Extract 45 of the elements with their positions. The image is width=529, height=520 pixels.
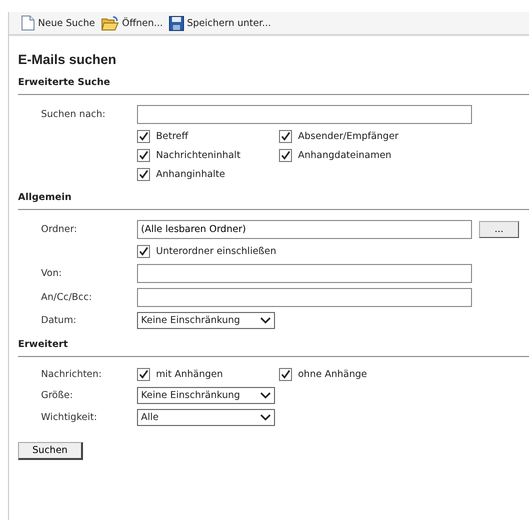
text-field[interactable]: (Alle lesbaren Ordner) (137, 220, 472, 239)
search-button[interactable]: Suchen (18, 442, 83, 460)
field-label: An/Cc/Bcc: (41, 292, 93, 303)
checkbox[interactable] (279, 149, 292, 162)
field-label: Wichtigkeit: (41, 412, 98, 423)
checkbox[interactable] (279, 130, 292, 143)
checkbox-option[interactable]: ohne Anhänge (279, 368, 439, 381)
dropdown[interactable]: Alle (137, 409, 275, 426)
toolbar-button[interactable]: Öffnen... (100, 16, 163, 30)
checkbox-option[interactable]: Absender/Empfänger (279, 130, 439, 143)
field-label: Ordner: (41, 224, 78, 235)
toolbar-button[interactable]: Neue Suche (21, 15, 95, 31)
field-label: Suchen nach: (41, 109, 106, 120)
field-label: Nachrichten: (41, 369, 103, 380)
text-field[interactable] (137, 288, 472, 307)
field-label: Von: (41, 268, 63, 279)
checkbox-option[interactable]: Anhanginhalte (137, 168, 279, 181)
checkbox-option[interactable]: Anhangdateinamen (279, 149, 439, 162)
checkbox[interactable] (137, 149, 150, 162)
section-heading: Erweitert (18, 339, 529, 357)
dropdown[interactable]: Keine Einschränkung (137, 387, 275, 404)
chevron-down-icon (260, 414, 271, 421)
toolbar-button[interactable]: Speichern unter... (168, 16, 272, 30)
section-heading: Allgemein (18, 192, 529, 210)
checkbox-option[interactable]: Nachrichteninhalt (137, 149, 279, 162)
text-field[interactable] (137, 264, 472, 283)
checkbox-option[interactable]: Unterordner einschließen (137, 245, 279, 258)
page-title: E-Mails suchen (18, 52, 118, 67)
field-label: Größe: (41, 390, 74, 401)
chevron-down-icon (260, 392, 271, 399)
checkbox[interactable] (137, 168, 150, 181)
checkbox[interactable] (137, 368, 150, 381)
field-label: Datum: (41, 315, 78, 326)
checkbox-option[interactable]: mit Anhängen (137, 368, 279, 381)
checkbox[interactable] (137, 245, 150, 258)
document-icon (21, 15, 35, 31)
chevron-down-icon (260, 317, 271, 324)
section-heading: Erweiterte Suche (18, 77, 529, 95)
checkbox-option[interactable]: Betreff (137, 130, 279, 143)
dropdown[interactable]: Keine Einschränkung (137, 312, 275, 329)
text-field[interactable] (137, 105, 472, 124)
checkbox[interactable] (279, 368, 292, 381)
folder-icon (100, 16, 119, 30)
browse-button[interactable]: ... (479, 221, 519, 238)
checkbox[interactable] (137, 130, 150, 143)
